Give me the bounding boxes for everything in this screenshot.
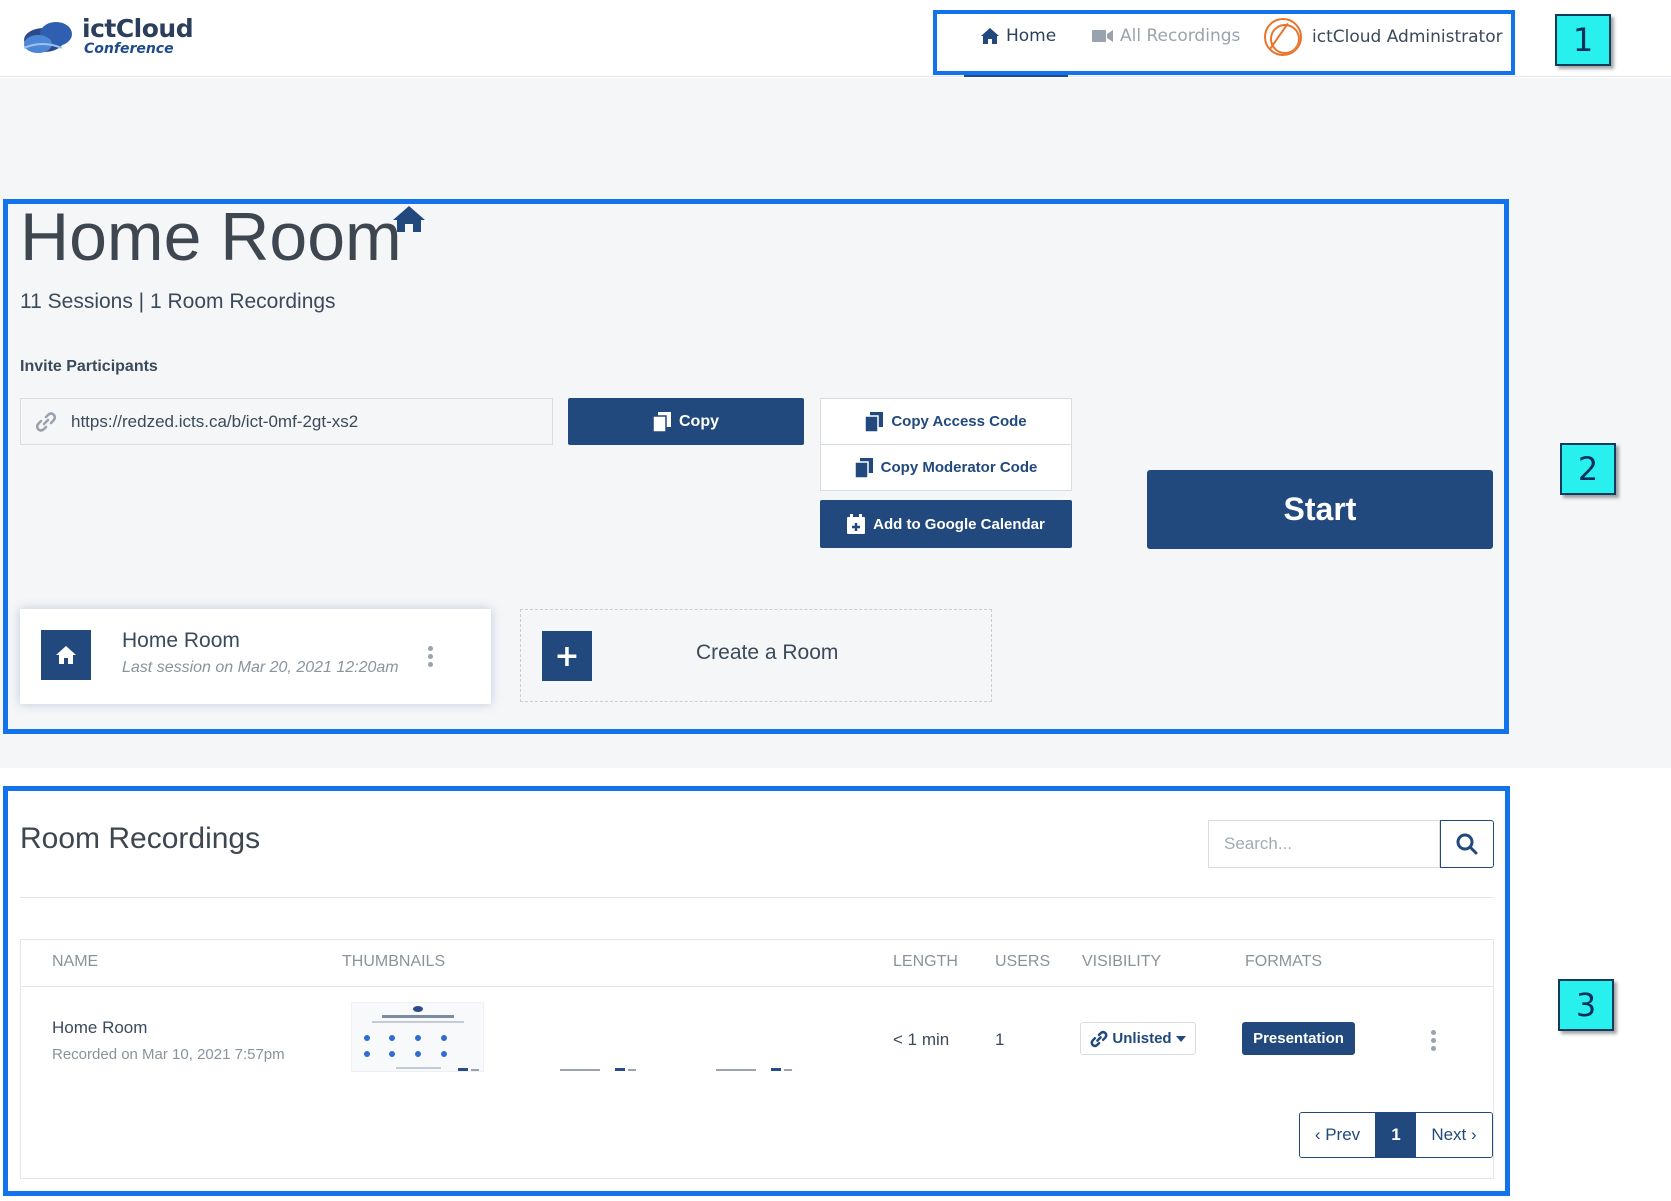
cloud-logo-icon bbox=[23, 22, 72, 53]
annotation-marker-2: 2 bbox=[1560, 443, 1616, 495]
brand-logo[interactable]: ictCloud Conference bbox=[22, 14, 194, 60]
brand-name: ictCloud bbox=[82, 14, 194, 43]
annotation-box-3 bbox=[3, 786, 1510, 1196]
brand-subtitle: Conference bbox=[84, 41, 174, 57]
annotation-marker-1: 1 bbox=[1555, 14, 1611, 66]
annotation-box-2 bbox=[3, 199, 1509, 734]
annotation-marker-3: 3 bbox=[1558, 979, 1614, 1031]
annotation-box-1 bbox=[933, 10, 1515, 75]
